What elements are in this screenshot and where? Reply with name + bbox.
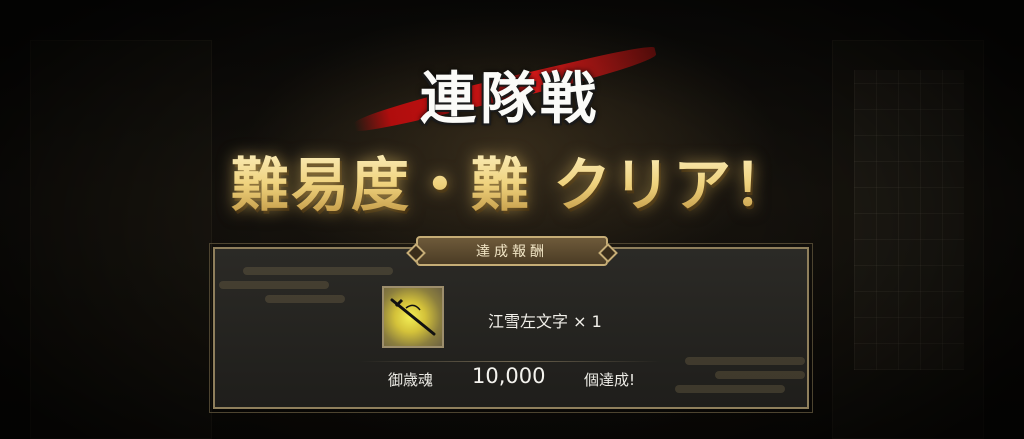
cloud-decoration xyxy=(675,385,785,393)
achievement-suffix: 個達成! xyxy=(584,371,636,389)
cloud-decoration xyxy=(219,281,329,289)
cloud-decoration xyxy=(265,295,345,303)
clear-message: 難易度・難 クリア！ xyxy=(200,138,824,222)
achievement-value: 10,000 xyxy=(472,364,546,388)
reward-panel-title: 達成報酬 xyxy=(476,244,548,260)
reward-panel-header: 達成報酬 xyxy=(416,236,608,266)
cloud-decoration xyxy=(685,357,805,365)
mode-title: 連隊戦 xyxy=(420,66,600,132)
panel-divider xyxy=(360,361,660,362)
sword-item-icon[interactable] xyxy=(382,286,444,348)
game-screen[interactable]: 連隊戦 難易度・難 クリア！ 達成報酬 江雪左文字 × 1 御歳魂 10,000… xyxy=(0,0,1024,439)
cloud-decoration xyxy=(243,267,393,275)
reward-item-name: 江雪左文字 × 1 xyxy=(488,312,602,331)
sword-icon xyxy=(390,298,436,336)
cloud-decoration xyxy=(715,371,805,379)
achievement-label: 御歳魂 xyxy=(388,371,434,389)
mode-title-banner: 連隊戦 xyxy=(340,43,680,135)
